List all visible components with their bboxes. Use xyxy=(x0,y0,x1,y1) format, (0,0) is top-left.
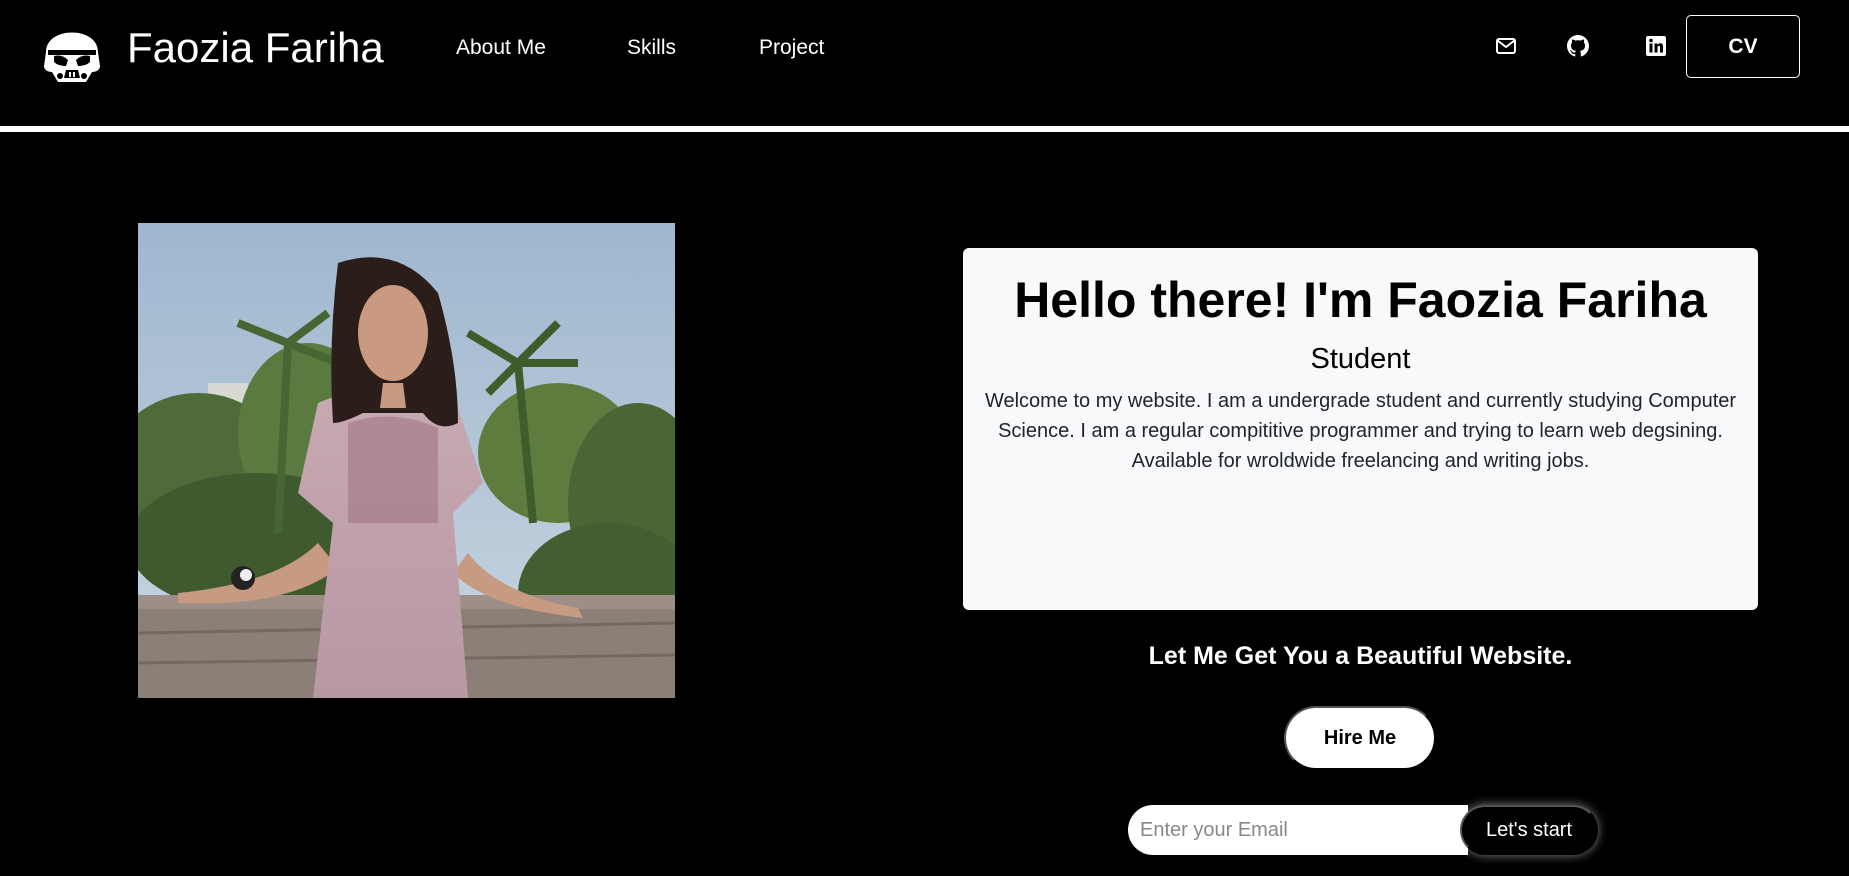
email-signup-form: Let's start xyxy=(1128,805,1600,855)
intro-subtitle: Student xyxy=(1310,343,1411,375)
intro-description: Welcome to my website. I am a undergrade… xyxy=(984,390,1737,472)
stormtrooper-helmet-icon[interactable] xyxy=(40,16,104,86)
nav-link-skills[interactable]: Skills xyxy=(627,36,676,60)
nav-link-project[interactable]: Project xyxy=(759,36,824,60)
mail-icon[interactable] xyxy=(1494,34,1518,58)
intro-card: Hello there! I'm Faozia Fariha Student W… xyxy=(963,248,1758,610)
navbar: Faozia Fariha About Me Skills Project CV xyxy=(0,0,1849,126)
linkedin-icon[interactable] xyxy=(1644,34,1668,58)
brand-name[interactable]: Faozia Fariha xyxy=(127,24,384,72)
portrait-image xyxy=(138,223,675,698)
nav-divider xyxy=(0,126,1849,132)
nav-link-about-me[interactable]: About Me xyxy=(456,36,546,60)
lets-start-button[interactable]: Let's start xyxy=(1460,805,1598,855)
intro-title: Hello there! I'm Faozia Fariha xyxy=(1014,272,1707,328)
tagline: Let Me Get You a Beautiful Website. xyxy=(1148,642,1573,670)
github-icon[interactable] xyxy=(1566,34,1590,58)
hire-me-button[interactable]: Hire Me xyxy=(1284,706,1436,770)
email-input[interactable] xyxy=(1128,805,1468,855)
cv-button[interactable]: CV xyxy=(1686,15,1800,78)
